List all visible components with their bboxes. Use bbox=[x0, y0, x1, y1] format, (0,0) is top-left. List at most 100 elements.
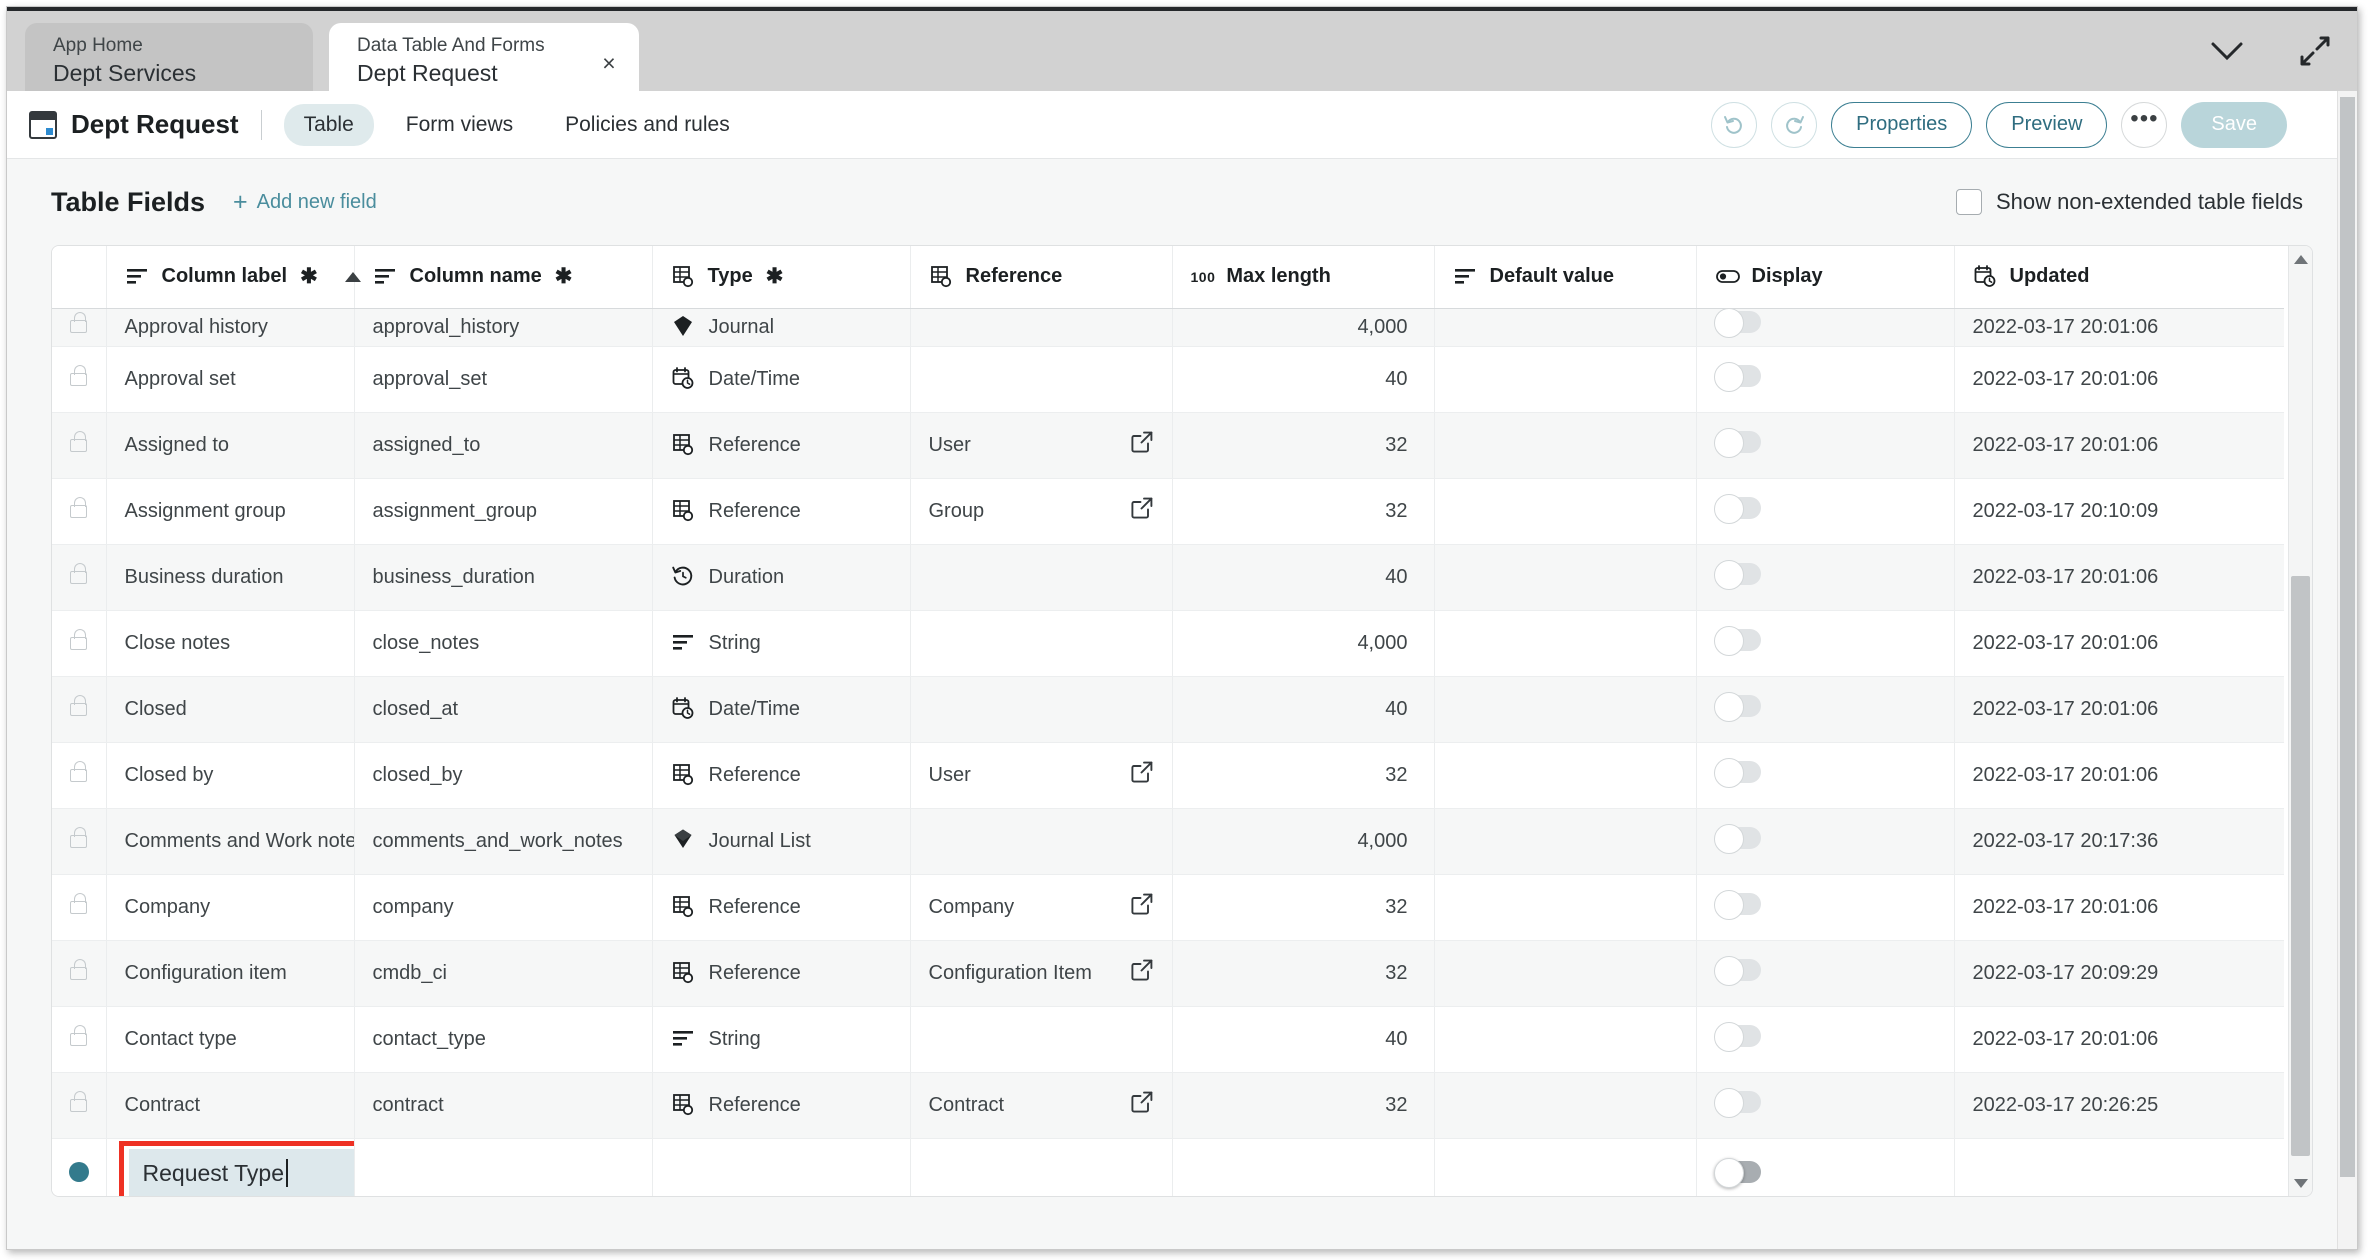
reference-icon bbox=[671, 894, 697, 920]
new-field-row[interactable]: Request Type bbox=[52, 1138, 2284, 1196]
display-toggle[interactable] bbox=[1713, 824, 1761, 854]
table-row[interactable]: Approval history approval_history Journa… bbox=[52, 308, 2284, 347]
cell-reference-new[interactable] bbox=[910, 1138, 1173, 1196]
table-row[interactable]: Contact type contact_type String 40 2022… bbox=[52, 1006, 2284, 1073]
column-header-max-length[interactable]: 100 Max length bbox=[1172, 246, 1435, 309]
display-toggle[interactable] bbox=[1713, 308, 1761, 338]
lock-icon bbox=[70, 497, 88, 518]
column-header-column-label[interactable]: Column label ✱ bbox=[106, 246, 361, 309]
column-header-display[interactable]: Display bbox=[1696, 246, 1955, 309]
table-row[interactable]: Assignment group assignment_group Refere… bbox=[52, 478, 2284, 545]
open-reference-icon[interactable] bbox=[1130, 1090, 1154, 1120]
table-row[interactable]: Comments and Work notes comments_and_wor… bbox=[52, 808, 2284, 875]
table-row[interactable]: Closed closed_at Date/Time 40 2022-03-17… bbox=[52, 676, 2284, 743]
table-row[interactable]: Business duration business_duration Dura… bbox=[52, 544, 2284, 611]
display-toggle[interactable] bbox=[1713, 494, 1761, 524]
string-icon bbox=[671, 1026, 697, 1052]
chevron-down-icon[interactable] bbox=[2207, 31, 2247, 71]
cell-type: String bbox=[652, 1006, 911, 1073]
cell-default-value-new[interactable] bbox=[1434, 1138, 1697, 1196]
show-non-extended-toggle[interactable]: Show non-extended table fields bbox=[1956, 189, 2303, 215]
table-row[interactable]: Assigned to assigned_to Reference User 3… bbox=[52, 412, 2284, 479]
table-header: Column label ✱ Column name ✱ Type ✱ Refe… bbox=[52, 246, 2284, 309]
display-toggle[interactable] bbox=[1713, 560, 1761, 590]
table-row[interactable]: Company company Reference Company 32 202… bbox=[52, 874, 2284, 941]
reference-icon bbox=[671, 960, 697, 986]
page-vertical-scrollbar[interactable] bbox=[2337, 91, 2357, 1249]
cell-updated: 2022-03-17 20:01:06 bbox=[1954, 412, 2284, 479]
tab-policies-and-rules[interactable]: Policies and rules bbox=[545, 104, 750, 146]
table-scrollbar-thumb[interactable] bbox=[2291, 576, 2310, 1156]
page-scrollbar-thumb[interactable] bbox=[2340, 97, 2355, 1177]
display-toggle[interactable] bbox=[1713, 890, 1761, 920]
lock-icon bbox=[70, 563, 88, 584]
table-row[interactable]: Configuration item cmdb_ci Reference Con… bbox=[52, 940, 2284, 1007]
table-vertical-scrollbar[interactable] bbox=[2288, 246, 2312, 1196]
table-row[interactable]: Close notes close_notes String 4,000 202… bbox=[52, 610, 2284, 677]
open-reference-icon[interactable] bbox=[1130, 958, 1154, 988]
cell-max-length: 40 bbox=[1172, 676, 1435, 743]
column-header-type[interactable]: Type ✱ bbox=[652, 246, 911, 309]
cell-column-name-new[interactable] bbox=[354, 1138, 653, 1196]
properties-button[interactable]: Properties bbox=[1831, 101, 1973, 148]
display-toggle[interactable] bbox=[1713, 956, 1761, 986]
cell-display bbox=[1696, 544, 1955, 611]
cell-column-label: Closed by bbox=[106, 742, 355, 809]
tab-table[interactable]: Table bbox=[283, 103, 374, 146]
cell-type-new[interactable] bbox=[652, 1138, 911, 1196]
cell-type: Journal bbox=[652, 308, 911, 347]
lock-cell bbox=[52, 1006, 107, 1073]
cell-updated: 2022-03-17 20:01:06 bbox=[1954, 308, 2284, 347]
cell-updated: 2022-03-17 20:09:29 bbox=[1954, 940, 2284, 1007]
scroll-down-arrow-icon[interactable] bbox=[2289, 1172, 2312, 1194]
column-header-column-name[interactable]: Column name ✱ bbox=[354, 246, 653, 309]
column-header-updated[interactable]: Updated bbox=[1954, 246, 2284, 309]
column-header-default-value[interactable]: Default value bbox=[1434, 246, 1697, 309]
tab-app-home[interactable]: App Home Dept Services bbox=[25, 23, 313, 95]
column-header-reference[interactable]: Reference bbox=[910, 246, 1173, 309]
cell-updated: 2022-03-17 20:01:06 bbox=[1954, 676, 2284, 743]
redo-icon[interactable] bbox=[1771, 101, 1818, 148]
open-reference-icon[interactable] bbox=[1130, 430, 1154, 460]
tab-form-views[interactable]: Form views bbox=[386, 104, 533, 146]
display-toggle[interactable] bbox=[1713, 362, 1761, 392]
column-label-input[interactable]: Request Type bbox=[128, 1148, 353, 1196]
lock-column-header bbox=[52, 246, 107, 309]
table-row[interactable]: Closed by closed_by Reference User 32 20… bbox=[52, 742, 2284, 809]
cell-type: Journal List bbox=[652, 808, 911, 875]
expand-arrows-icon[interactable] bbox=[2295, 31, 2335, 71]
display-toggle[interactable] bbox=[1713, 692, 1761, 722]
sort-ascending-icon[interactable] bbox=[344, 271, 361, 282]
open-reference-icon[interactable] bbox=[1130, 892, 1154, 922]
cell-column-label: Assigned to bbox=[106, 412, 355, 479]
cell-max-length: 40 bbox=[1172, 544, 1435, 611]
display-toggle[interactable] bbox=[1713, 1022, 1761, 1052]
table-row[interactable]: Contract contract Reference Contract 32 … bbox=[52, 1072, 2284, 1139]
open-reference-icon[interactable] bbox=[1130, 496, 1154, 526]
table-row[interactable]: Approval set approval_set Date/Time 40 2… bbox=[52, 346, 2284, 413]
cell-updated: 2022-03-17 20:01:06 bbox=[1954, 610, 2284, 677]
cell-max-length-new[interactable] bbox=[1172, 1138, 1435, 1196]
scroll-up-arrow-icon[interactable] bbox=[2289, 248, 2312, 270]
display-toggle[interactable] bbox=[1713, 1088, 1761, 1118]
cell-column-label-editing[interactable]: Request Type bbox=[106, 1138, 355, 1196]
cell-reference bbox=[910, 610, 1173, 677]
display-toggle[interactable] bbox=[1713, 758, 1761, 788]
cell-display bbox=[1696, 610, 1955, 677]
more-options-button[interactable]: ••• bbox=[2121, 101, 2168, 148]
cell-column-label: Contact type bbox=[106, 1006, 355, 1073]
show-non-extended-checkbox[interactable] bbox=[1956, 189, 1982, 215]
undo-icon[interactable] bbox=[1711, 101, 1758, 148]
save-button[interactable]: Save bbox=[2181, 101, 2287, 148]
preview-button[interactable]: Preview bbox=[1986, 101, 2108, 148]
table-fields-table: Column label ✱ Column name ✱ Type ✱ Refe… bbox=[51, 245, 2313, 1197]
journal-list-icon bbox=[671, 828, 697, 854]
display-toggle[interactable] bbox=[1713, 626, 1761, 656]
display-toggle[interactable] bbox=[1713, 1158, 1761, 1188]
cell-reference bbox=[910, 308, 1173, 347]
display-toggle[interactable] bbox=[1713, 428, 1761, 458]
open-reference-icon[interactable] bbox=[1130, 760, 1154, 790]
add-new-field-button[interactable]: + Add new field bbox=[233, 190, 377, 215]
close-icon[interactable]: × bbox=[597, 52, 621, 76]
tab-data-table-and-forms[interactable]: Data Table And Forms Dept Request × bbox=[329, 23, 639, 95]
